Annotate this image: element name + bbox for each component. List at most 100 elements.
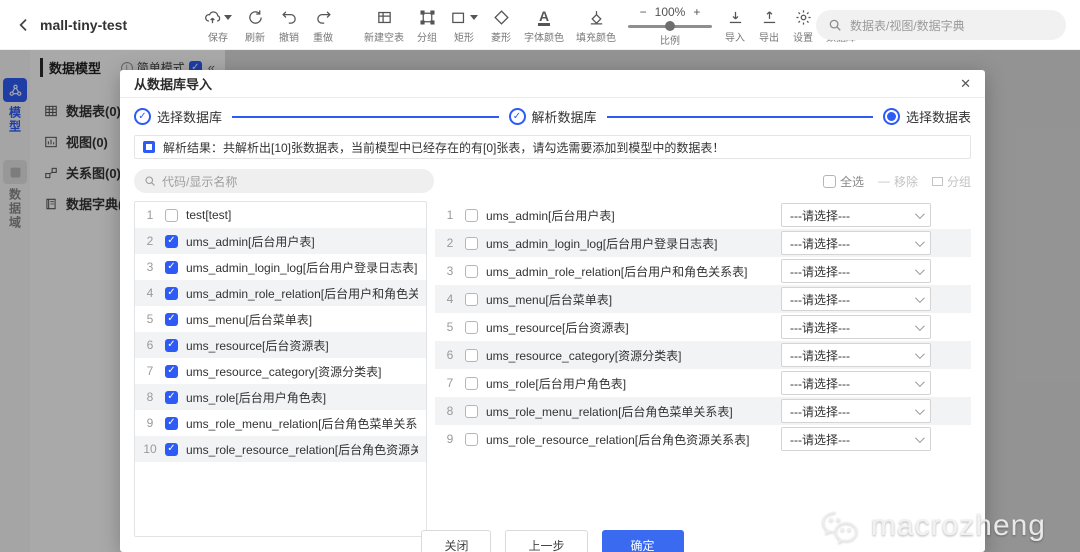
row-checkbox[interactable]: ✓ bbox=[165, 286, 178, 300]
list-controls-row: 代码/显示名称 全选 — 移除 分组 bbox=[120, 167, 985, 201]
tool-cloud-upload[interactable]: 保存 bbox=[200, 6, 236, 44]
row-checkbox[interactable] bbox=[465, 320, 478, 334]
row-checkbox[interactable] bbox=[465, 208, 478, 222]
group-control[interactable]: 分组 bbox=[931, 173, 971, 190]
tool-new-table[interactable]: 新建空表 bbox=[360, 6, 408, 44]
tool-undo[interactable]: 撤销 bbox=[274, 6, 304, 44]
search-placeholder: 数据表/视图/数据字典 bbox=[850, 18, 965, 33]
table-name: ums_admin_login_log[后台用户登录日志表] bbox=[486, 236, 718, 251]
select-all-control[interactable]: 全选 bbox=[822, 173, 864, 190]
tool-import[interactable]: 导入 bbox=[720, 6, 750, 44]
tool-rectangle[interactable]: 矩形 bbox=[446, 6, 482, 44]
back-icon[interactable] bbox=[16, 17, 32, 33]
zoom-slider[interactable] bbox=[628, 20, 712, 31]
row-checkbox[interactable] bbox=[465, 404, 478, 418]
tool-settings[interactable]: 设置 bbox=[788, 6, 818, 44]
target-select[interactable]: ---请选择--- bbox=[781, 231, 931, 255]
close-icon[interactable]: ✕ bbox=[960, 76, 971, 92]
row-checkbox[interactable]: ✓ bbox=[165, 416, 178, 430]
table-row[interactable]: 3 ums_admin_role_relation[后台用户和角色关系表] ---… bbox=[435, 257, 971, 285]
row-checkbox[interactable]: ✓ bbox=[165, 338, 178, 352]
row-checkbox[interactable] bbox=[465, 376, 478, 390]
step-label: 选择数据库 bbox=[157, 110, 223, 125]
table-row[interactable]: 2 ✓ ums_admin[后台用户表] bbox=[135, 228, 426, 254]
table-row[interactable]: 4 ✓ ums_admin_role_relation[后台用户和角色关系表] bbox=[135, 280, 426, 306]
tool-fill-color[interactable]: 填充颜色 bbox=[572, 6, 620, 44]
confirm-button[interactable]: 确定 bbox=[601, 530, 684, 552]
table-row[interactable]: 4 ums_menu[后台菜单表] ---请选择--- bbox=[435, 285, 971, 313]
row-number: 9 bbox=[446, 432, 454, 446]
tool-refresh[interactable]: 刷新 bbox=[240, 6, 270, 44]
table-row[interactable]: 9 ✓ ums_role_menu_relation[后台角色菜单关系表] bbox=[135, 410, 426, 436]
table-row[interactable]: 6 ums_resource_category[资源分类表] ---请选择--- bbox=[435, 341, 971, 369]
table-name: ums_role[后台用户角色表] bbox=[186, 390, 327, 405]
step-check-icon: ✓ bbox=[134, 108, 151, 125]
tool-label: 分组 bbox=[417, 32, 437, 44]
zoom-out-button[interactable]: − bbox=[640, 5, 647, 19]
table-row[interactable]: 1 test[test] bbox=[135, 202, 426, 228]
close-button[interactable]: 关闭 bbox=[421, 530, 492, 552]
caret-down-icon bbox=[470, 15, 478, 20]
table-row[interactable]: 8 ✓ ums_role[后台用户角色表] bbox=[135, 384, 426, 410]
target-select[interactable]: ---请选择--- bbox=[781, 203, 931, 227]
table-row[interactable]: 7 ums_role[后台用户角色表] ---请选择--- bbox=[435, 369, 971, 397]
table-row[interactable]: 8 ums_role_menu_relation[后台角色菜单关系表] ---请选… bbox=[435, 397, 971, 425]
import-stepper: ✓ 选择数据库 ✓ 解析数据库 选择数据表 bbox=[120, 98, 985, 133]
previous-step-button[interactable]: 上一步 bbox=[505, 530, 588, 552]
select-value: ---请选择--- bbox=[790, 432, 850, 447]
global-search-input[interactable]: 数据表/视图/数据字典 bbox=[816, 10, 1066, 40]
row-checkbox[interactable]: ✓ bbox=[165, 260, 178, 274]
step-check-icon: ✓ bbox=[508, 108, 526, 125]
tool-redo[interactable]: 重做 bbox=[308, 6, 338, 44]
tool-label: 菱形 bbox=[491, 32, 511, 44]
target-select[interactable]: ---请选择--- bbox=[781, 343, 931, 367]
table-name: ums_role_resource_relation[后台角色资源关系表] bbox=[486, 432, 750, 447]
table-row[interactable]: 5 ums_resource[后台资源表] ---请选择--- bbox=[435, 313, 971, 341]
table-row[interactable]: 7 ✓ ums_resource_category[资源分类表] bbox=[135, 358, 426, 384]
row-number: 4 bbox=[446, 292, 454, 306]
tool-diamond[interactable]: 菱形 bbox=[486, 6, 516, 44]
tool-label: 保存 bbox=[208, 32, 228, 44]
row-checkbox[interactable]: ✓ bbox=[165, 390, 178, 404]
table-row[interactable]: 3 ✓ ums_admin_login_log[后台用户登录日志表] bbox=[135, 254, 426, 280]
row-checkbox[interactable] bbox=[465, 264, 478, 278]
select-all-checkbox[interactable] bbox=[822, 174, 836, 188]
target-select[interactable]: ---请选择--- bbox=[781, 259, 931, 283]
table-row[interactable]: 10 ✓ ums_role_resource_relation[后台角色资源关系… bbox=[135, 436, 426, 462]
row-checkbox[interactable]: ✓ bbox=[165, 312, 178, 326]
row-checkbox[interactable]: ✓ bbox=[165, 234, 178, 248]
row-checkbox[interactable]: ✓ bbox=[165, 364, 178, 378]
target-select[interactable]: ---请选择--- bbox=[781, 427, 931, 451]
table-row[interactable]: 2 ums_admin_login_log[后台用户登录日志表] ---请选择--… bbox=[435, 229, 971, 257]
table-row[interactable]: 9 ums_role_resource_relation[后台角色资源关系表] -… bbox=[435, 425, 971, 453]
table-row[interactable]: 1 ums_admin[后台用户表] ---请选择--- bbox=[435, 201, 971, 229]
tool-label: 矩形 bbox=[454, 32, 474, 44]
zoom-label: 比例 bbox=[660, 35, 680, 47]
target-select[interactable]: ---请选择--- bbox=[781, 399, 931, 423]
tool-font-color[interactable]: A 字体颜色 bbox=[520, 6, 568, 44]
row-checkbox[interactable] bbox=[465, 432, 478, 446]
zoom-in-button[interactable]: + bbox=[693, 5, 700, 19]
row-checkbox[interactable]: ✓ bbox=[165, 442, 178, 456]
row-checkbox[interactable] bbox=[465, 292, 478, 306]
target-select[interactable]: ---请选择--- bbox=[781, 287, 931, 311]
row-number: 2 bbox=[446, 236, 454, 250]
tool-label: 填充颜色 bbox=[576, 32, 616, 44]
remove-control[interactable]: — 移除 bbox=[878, 173, 918, 190]
table-row[interactable]: 6 ✓ ums_resource[后台资源表] bbox=[135, 332, 426, 358]
select-value: ---请选择--- bbox=[790, 376, 850, 391]
target-select[interactable]: ---请选择--- bbox=[781, 371, 931, 395]
row-checkbox[interactable] bbox=[465, 236, 478, 250]
row-checkbox[interactable] bbox=[465, 348, 478, 362]
target-select[interactable]: ---请选择--- bbox=[781, 315, 931, 339]
zoom-slider-thumb[interactable] bbox=[665, 20, 675, 31]
toolbar-tools: 保存 刷新 撤销 重做 新建空表 分组 矩形 菱形 A 字体颜色 填充颜色 bbox=[200, 6, 620, 44]
table-row[interactable]: 5 ✓ ums_menu[后台菜单表] bbox=[135, 306, 426, 332]
search-icon bbox=[145, 176, 155, 186]
table-filter-input[interactable]: 代码/显示名称 bbox=[134, 169, 434, 193]
tool-group[interactable]: 分组 bbox=[412, 6, 442, 44]
tool-export[interactable]: 导出 bbox=[754, 6, 784, 44]
caret-down-icon bbox=[224, 15, 232, 20]
row-checkbox[interactable] bbox=[165, 208, 178, 222]
search-icon bbox=[829, 19, 841, 31]
